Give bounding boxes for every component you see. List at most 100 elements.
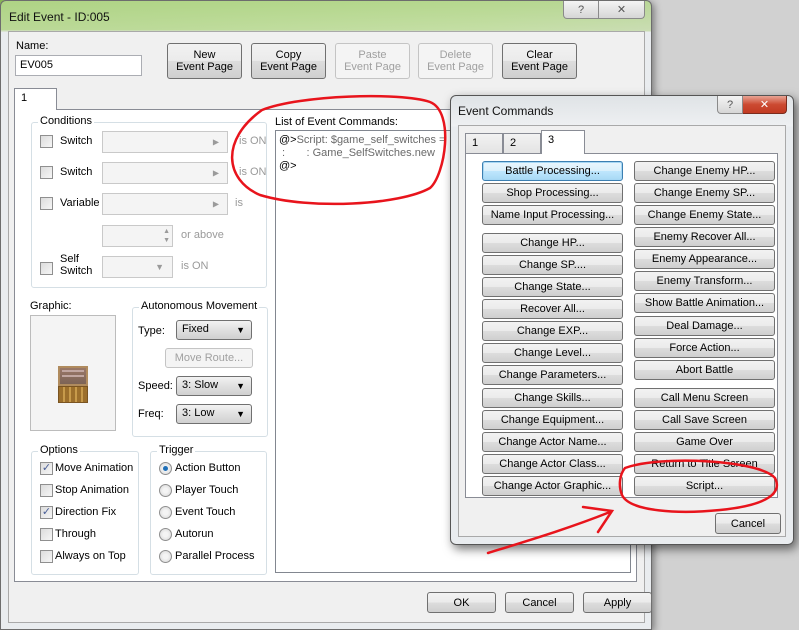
delete-event-page-label-1: Delete — [439, 49, 472, 61]
command-button[interactable]: Change Actor Class... — [482, 454, 623, 474]
spinner-arrows-icon: ▲ ▼ — [163, 228, 170, 244]
trigger-radio[interactable] — [159, 484, 172, 497]
command-tab-1[interactable]: 1 — [465, 133, 503, 154]
chevron-down-icon: ▼ — [236, 381, 245, 391]
self-switch-label-2: Switch — [60, 265, 93, 277]
script-command-button[interactable]: Script... — [634, 476, 775, 496]
command-tab-2[interactable]: 2 — [503, 133, 541, 154]
trigger-radio[interactable] — [159, 462, 172, 475]
option-checkbox[interactable]: ✓ — [40, 462, 53, 475]
copy-event-page-button[interactable]: Copy Event Page — [251, 43, 326, 79]
switch2-selector[interactable]: ▶ — [102, 162, 228, 184]
help-icon: ? — [577, 3, 585, 16]
command-button[interactable]: Change Enemy SP... — [634, 183, 775, 203]
command-button[interactable]: Recover All... — [482, 299, 623, 319]
command-button[interactable]: Call Save Screen — [634, 410, 775, 430]
type-label: Type: — [138, 325, 165, 337]
apply-button[interactable]: Apply — [583, 592, 652, 613]
command-button[interactable]: Call Menu Screen — [634, 388, 775, 408]
help-icon: ? — [726, 98, 734, 111]
option-checkbox[interactable] — [40, 484, 53, 497]
close-icon: ✕ — [759, 99, 770, 111]
command-button[interactable]: Enemy Appearance... — [634, 249, 775, 269]
command-button[interactable]: Change SP.... — [482, 255, 623, 275]
switch1-suffix: is ON — [239, 135, 267, 147]
switch2-checkbox[interactable] — [40, 166, 53, 179]
self-switch-selector[interactable]: ▼ — [102, 256, 173, 278]
command-button[interactable]: Return to Title Screen — [634, 454, 775, 474]
option-label: Direction Fix — [55, 506, 117, 518]
new-event-page-label-1: New — [193, 49, 216, 61]
command-button[interactable]: Battle Processing... — [482, 161, 623, 181]
move-route-button[interactable]: Move Route... — [165, 348, 253, 368]
command-button[interactable]: Change EXP... — [482, 321, 623, 341]
trigger-label: Autorun — [175, 528, 214, 540]
variable-checkbox[interactable] — [40, 197, 53, 210]
chevron-down-icon: ▼ — [236, 409, 245, 419]
speed-label: Speed: — [138, 380, 173, 392]
trigger-radio[interactable] — [159, 528, 172, 541]
command-tab-panel: Battle Processing... Shop Processing... Na… — [465, 153, 778, 498]
option-label: Always on Top — [55, 550, 126, 562]
command-button[interactable]: Change HP... — [482, 233, 623, 253]
command-button[interactable]: Change Enemy State... — [634, 205, 775, 225]
command-button[interactable]: Change State... — [482, 277, 623, 297]
command-button[interactable]: Deal Damage... — [634, 316, 775, 336]
close-button[interactable]: ✕ — [599, 1, 645, 19]
clear-event-page-button[interactable]: Clear Event Page — [502, 43, 577, 79]
copy-event-page-label-2: Event Page — [260, 61, 317, 73]
variable-selector[interactable]: ▶ — [102, 193, 228, 215]
name-input[interactable]: EV005 — [15, 55, 142, 76]
command-button[interactable]: Shop Processing... — [482, 183, 623, 203]
trigger-radio[interactable] — [159, 550, 172, 563]
switch1-checkbox[interactable] — [40, 135, 53, 148]
option-label: Through — [55, 528, 96, 540]
command-button[interactable]: Force Action... — [634, 338, 775, 358]
switch1-selector[interactable]: ▶ — [102, 131, 228, 153]
graphic-preview[interactable] — [30, 315, 116, 431]
command-tab-3[interactable]: 3 — [541, 130, 585, 154]
ok-button[interactable]: OK — [427, 592, 496, 613]
dialog-title: Event Commands — [458, 104, 554, 118]
option-checkbox[interactable] — [40, 528, 53, 541]
command-button[interactable]: Game Over — [634, 432, 775, 452]
freq-dropdown[interactable]: 3: Low ▼ — [176, 404, 252, 424]
paste-event-page-label-1: Paste — [358, 49, 387, 61]
page-tab-1[interactable]: 1 — [14, 88, 57, 110]
self-switch-label: Self Switch — [60, 253, 92, 277]
command-button[interactable]: Change Actor Name... — [482, 432, 623, 452]
options-title: Options — [38, 444, 80, 456]
clear-event-page-label-1: Clear — [526, 49, 553, 61]
option-checkbox[interactable]: ✓ — [40, 506, 53, 519]
self-switch-checkbox[interactable] — [40, 262, 53, 275]
trigger-radio[interactable] — [159, 506, 172, 519]
command-button[interactable]: Name Input Processing... — [482, 205, 623, 225]
variable-value-spinner[interactable]: ▲ ▼ — [102, 225, 173, 247]
command-button[interactable]: Show Battle Animation... — [634, 293, 775, 313]
speed-dropdown[interactable]: 3: Slow ▼ — [176, 376, 252, 396]
delete-event-page-button[interactable]: Delete Event Page — [418, 43, 493, 79]
cancel-button[interactable]: Cancel — [505, 592, 574, 613]
command-button[interactable]: Change Level... — [482, 343, 623, 363]
type-dropdown[interactable]: Fixed ▼ — [176, 320, 252, 340]
dialog-help-button[interactable]: ? — [717, 96, 743, 114]
dialog-cancel-button[interactable]: Cancel — [715, 513, 781, 534]
command-button[interactable]: Change Enemy HP... — [634, 161, 775, 181]
command-button[interactable]: Enemy Recover All... — [634, 227, 775, 247]
command-button[interactable]: Enemy Transform... — [634, 271, 775, 291]
new-event-page-button[interactable]: New Event Page — [167, 43, 242, 79]
paste-event-page-button[interactable]: Paste Event Page — [335, 43, 410, 79]
new-event-page-label-2: Event Page — [176, 61, 233, 73]
help-button[interactable]: ? — [563, 1, 599, 19]
event-commands-dialog: Event Commands ? ✕ 1 2 3 Battle Processi… — [450, 95, 794, 545]
trigger-label: Event Touch — [175, 506, 236, 518]
command-button[interactable]: Change Equipment... — [482, 410, 623, 430]
option-checkbox[interactable] — [40, 550, 53, 563]
command-button[interactable]: Abort Battle — [634, 360, 775, 380]
command-button[interactable]: Change Actor Graphic... — [482, 476, 623, 496]
dialog-close-button[interactable]: ✕ — [743, 96, 787, 114]
autonomous-movement-title: Autonomous Movement — [139, 300, 260, 312]
command-button[interactable]: Change Parameters... — [482, 365, 623, 385]
command-button[interactable]: Change Skills... — [482, 388, 623, 408]
variable-suffix: is — [235, 197, 243, 209]
